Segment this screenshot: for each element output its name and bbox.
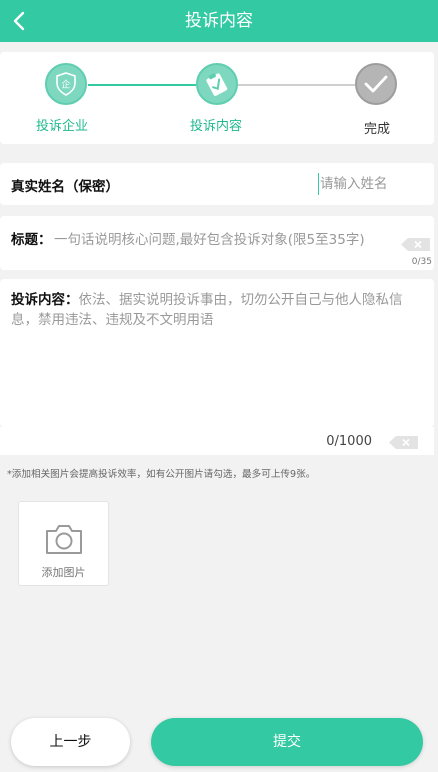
add-photo-label: 添加图片 <box>41 566 86 579</box>
content-label: 投诉内容： <box>11 292 79 308</box>
previous-step-button[interactable]: 上一步 <box>11 718 130 766</box>
step-enterprise: 企 <box>45 63 87 105</box>
content-input[interactable]: 投诉内容：依法、据实说明投诉事由，切勿公开自己与他人隐私信息，禁用违法、违规及不… <box>11 290 427 330</box>
camera-icon <box>46 525 82 554</box>
name-input[interactable] <box>318 173 412 195</box>
step-content <box>196 63 238 105</box>
step-label-enterprise: 投诉企业 <box>35 119 88 134</box>
shield-enterprise-icon: 企 <box>56 72 76 96</box>
check-icon <box>364 75 388 93</box>
content-field[interactable]: 投诉内容：依法、据实说明投诉事由，切勿公开自己与他人隐私信息，禁用违法、违规及不… <box>0 279 434 427</box>
step-label-finish: 完成 <box>363 122 390 137</box>
title-label: 标题： <box>11 232 52 248</box>
clipboard-check-icon <box>206 73 228 96</box>
title-field[interactable]: 标题： 一句话说明核心问题,最好包含投诉对象(限5至35字) <box>0 216 434 270</box>
add-photo-button[interactable]: 添加图片 <box>18 501 109 586</box>
name-field-row: 真实姓名（保密） <box>0 163 434 205</box>
clear-icon[interactable] <box>388 435 420 450</box>
submit-button[interactable]: 提交 <box>151 718 423 766</box>
page-title: 投诉内容 <box>185 11 253 31</box>
step-progress: 企 投诉企业 投诉内容 完成 <box>0 52 434 144</box>
top-bar: 投诉内容 <box>0 0 438 42</box>
content-char-counter: 0/1000 <box>326 434 372 449</box>
name-label: 真实姓名（保密） <box>11 179 119 195</box>
clear-icon[interactable] <box>400 237 432 252</box>
title-char-counter: 0/35 <box>411 257 432 267</box>
upload-hint: *添加相关图片会提高投诉效率，如有公开图片请勾选，最多可上传9张。 <box>7 469 316 480</box>
svg-text:企: 企 <box>61 79 70 91</box>
step-finish <box>355 63 397 105</box>
content-counter-row: 0/1000 <box>0 427 434 455</box>
step-connector-done <box>88 84 196 86</box>
step-label-content: 投诉内容 <box>189 119 242 134</box>
step-connector-pending <box>238 84 355 86</box>
title-input[interactable]: 一句话说明核心问题,最好包含投诉对象(限5至35字) <box>54 228 365 248</box>
